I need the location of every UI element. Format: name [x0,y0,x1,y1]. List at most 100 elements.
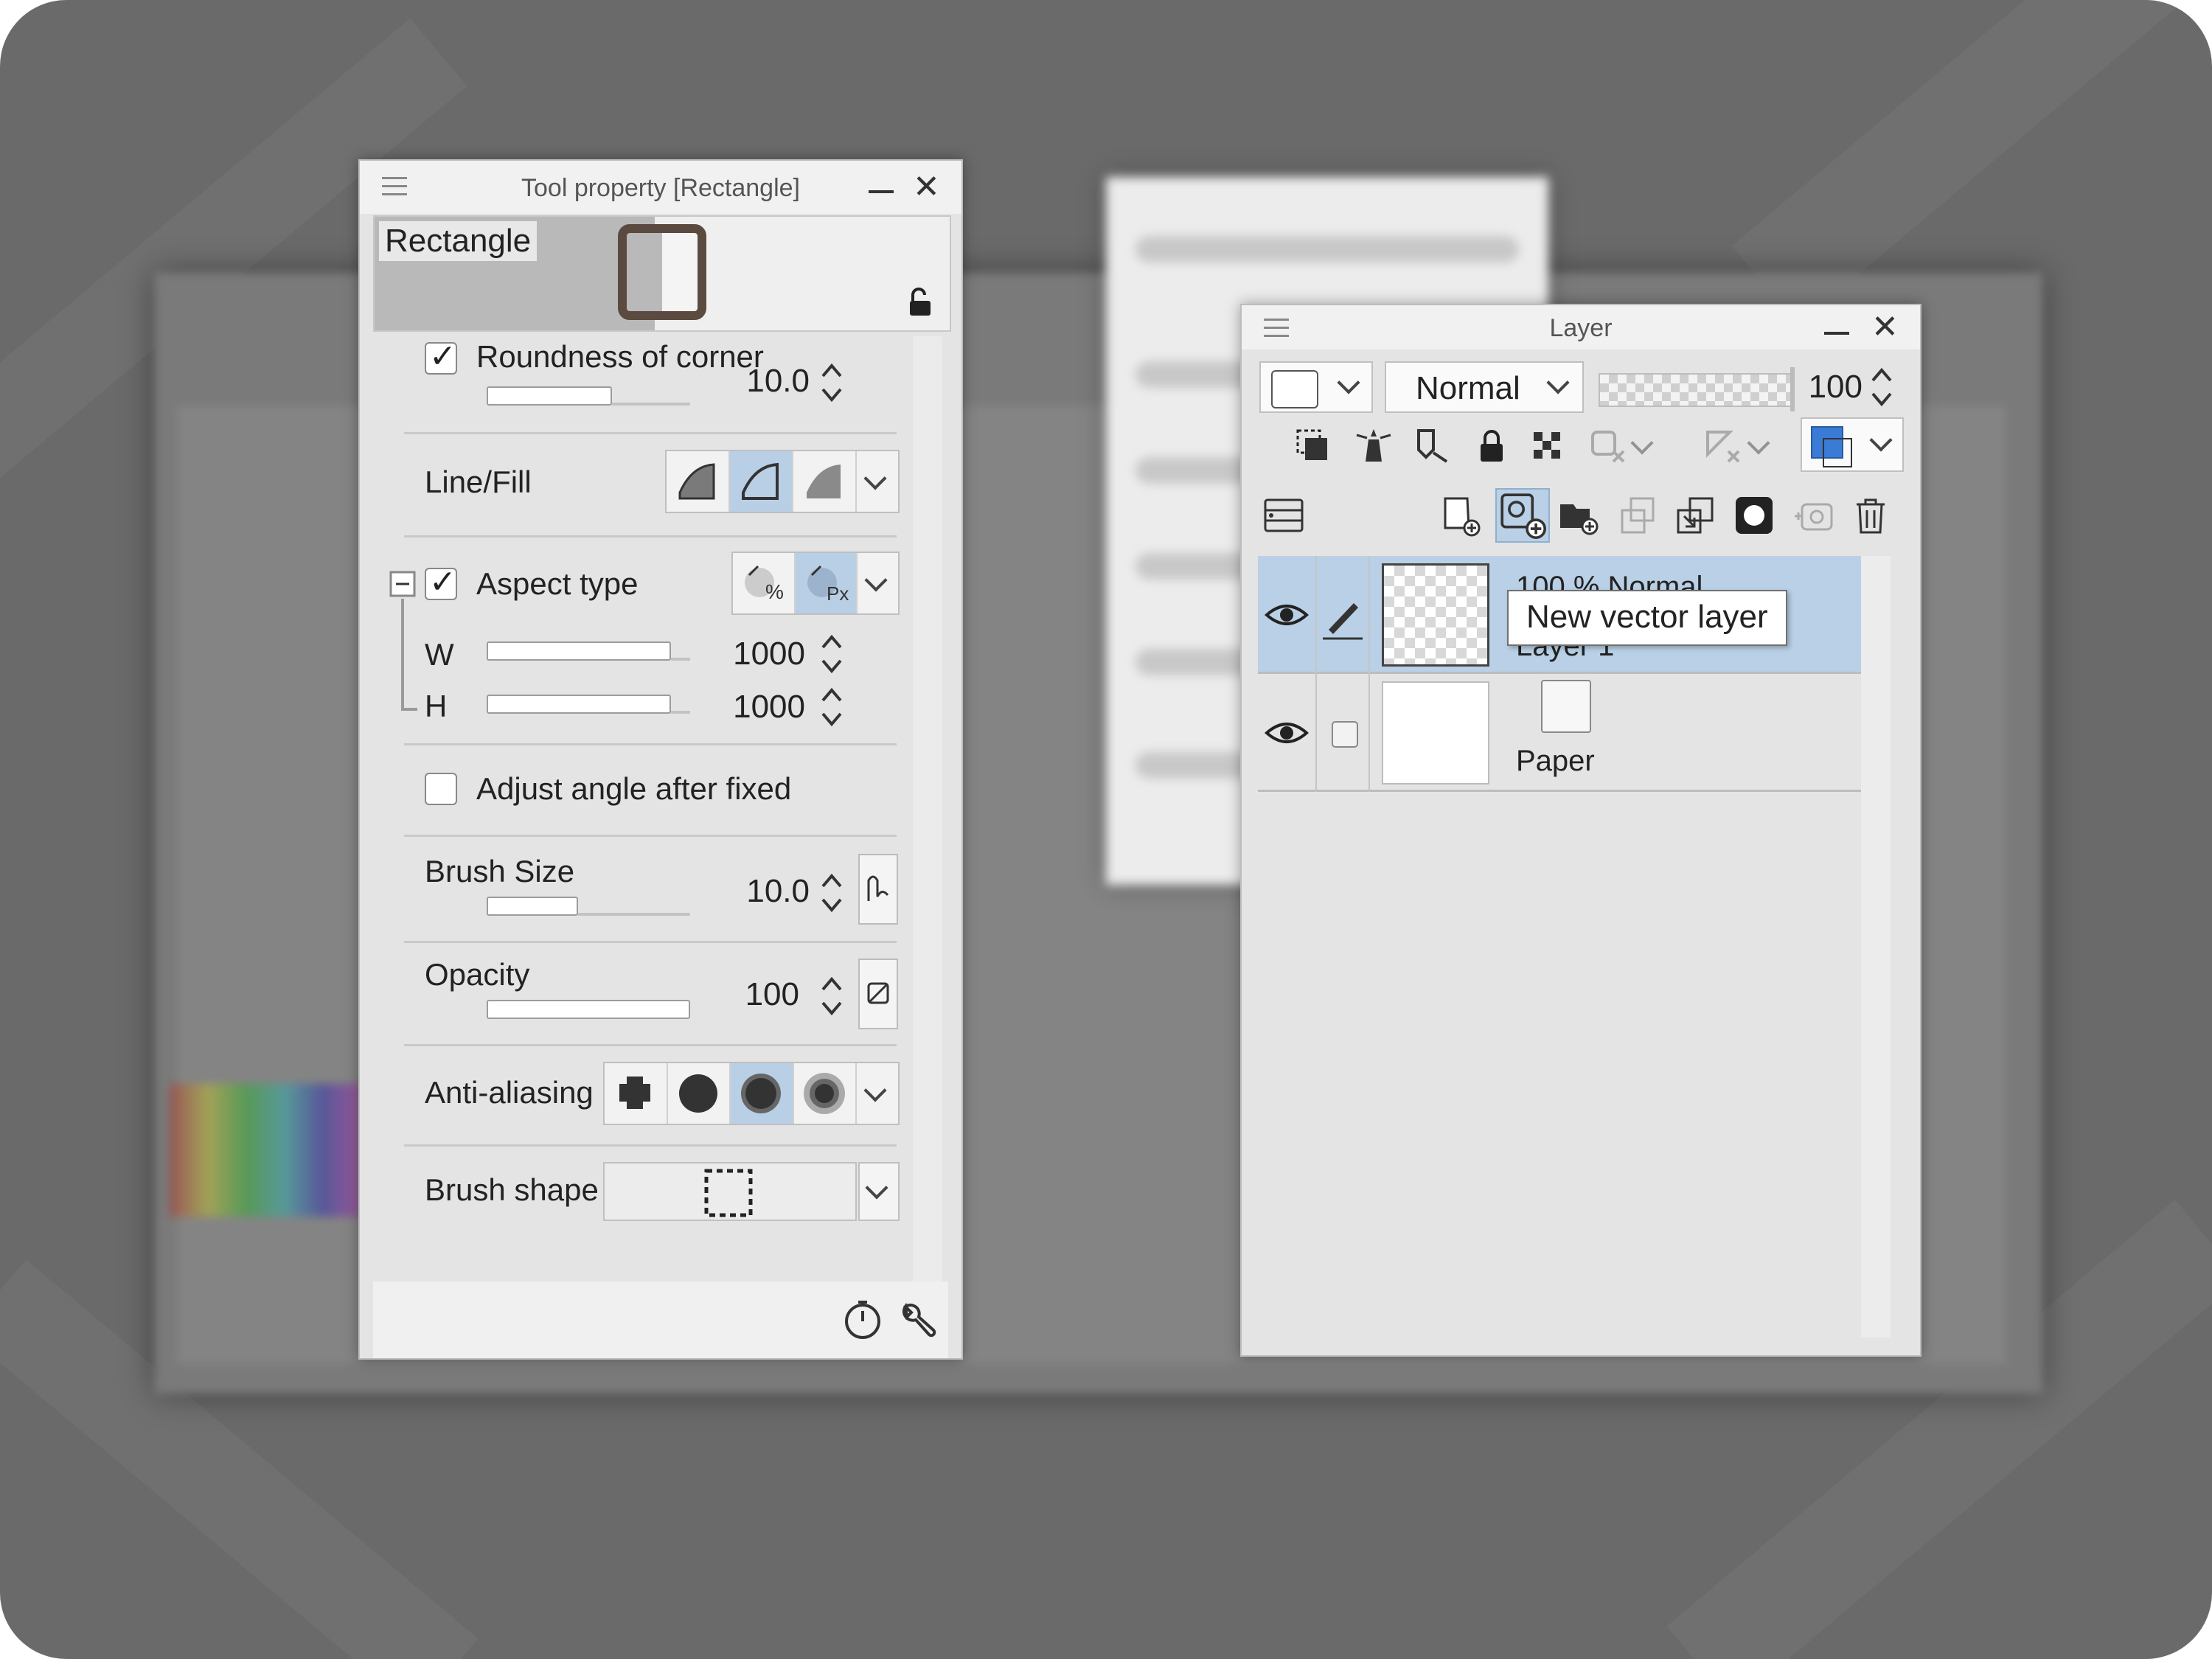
layer-titlebar[interactable]: Layer ✕ [1242,305,1920,349]
brush-size-slider-track[interactable] [578,913,690,916]
new-raster-layer-icon[interactable] [1439,494,1482,537]
svg-text:Px: Px [827,582,849,605]
brush-size-spinner-icon[interactable] [820,869,844,917]
blurred-brush-item [1135,236,1519,262]
clip-to-layer-below-icon[interactable] [1292,425,1335,467]
layer-color-dropdown[interactable] [1801,417,1904,472]
chevron-down-icon[interactable] [858,553,898,613]
brush-size-label: Brush Size [425,854,575,888]
aa-medium-icon[interactable] [731,1063,794,1124]
roundness-slider[interactable] [487,386,612,406]
opacity-settings-button[interactable] [858,959,898,1029]
separator [404,743,897,745]
lock-layer-icon[interactable] [1470,425,1513,467]
brush-shape-label: Brush shape [425,1172,599,1207]
line-icon[interactable] [730,451,793,512]
width-spinner-icon[interactable] [820,630,844,678]
chevron-down-icon[interactable] [1630,431,1654,455]
aa-none-icon[interactable] [605,1063,668,1124]
opacity-value[interactable]: 100 [726,976,799,1013]
trash-icon[interactable] [1849,494,1892,537]
percent-aspect-icon[interactable]: % [733,553,796,613]
roundness-value[interactable]: 10.0 [736,363,810,400]
line-fill-icon[interactable] [667,451,730,512]
brush-size-value[interactable]: 10.0 [736,873,810,910]
apply-mask-icon[interactable] [1792,494,1834,537]
brush-shape-dropdown[interactable] [858,1162,900,1221]
layer-list: 100 % Normal Layer 1 Paper [1258,556,1891,1339]
roundness-spinner-icon[interactable] [820,358,844,407]
square-brush-shape-icon [704,1169,753,1217]
wrench-icon[interactable] [895,1298,939,1342]
create-layer-mask-icon[interactable] [1733,494,1775,537]
layer-opacity-spinner-icon[interactable] [1870,363,1893,411]
collapse-icon[interactable] [389,571,416,597]
visibility-toggle[interactable] [1258,556,1317,674]
blend-mode-value: Normal [1416,370,1520,406]
separator [404,1144,897,1147]
minimize-button[interactable] [869,190,894,193]
unlock-icon[interactable] [907,288,933,317]
separator [404,535,897,538]
anti-aliasing-selector[interactable] [603,1062,900,1125]
pen-pressure-icon [867,875,889,901]
layer-color-selector[interactable] [1259,361,1373,413]
blend-mode-select[interactable]: Normal [1385,361,1584,413]
aa-strong-icon[interactable] [794,1063,858,1124]
transfer-to-lower-layer-icon[interactable] [1616,494,1659,537]
height-spinner-icon[interactable] [820,683,844,731]
draft-layer-icon[interactable] [1411,425,1454,467]
pixel-aspect-icon[interactable]: Px [795,553,858,613]
tool-preview: Rectangle [373,215,951,332]
reset-icon[interactable] [841,1298,885,1342]
layer-opacity-value[interactable]: 100 [1796,369,1863,406]
edit-target-toggle[interactable] [1317,674,1370,792]
aspect-type-selector[interactable]: % Px [731,552,900,615]
close-button[interactable]: ✕ [913,171,940,204]
visibility-toggle[interactable] [1258,674,1317,792]
lock-transparent-pixels-icon[interactable] [1526,425,1569,467]
mask-disabled-icon[interactable] [1587,425,1630,467]
opacity-slider-handle[interactable] [1790,367,1795,411]
opacity-spinner-icon[interactable] [820,972,844,1020]
roundness-checkbox[interactable] [425,338,457,375]
edit-target-toggle[interactable] [1317,556,1370,674]
line-fill-selector[interactable] [665,450,900,513]
height-label: H [425,689,448,723]
aspect-type-checkbox[interactable] [425,563,457,601]
layer-row[interactable]: Paper [1258,674,1861,792]
minimize-button[interactable] [1824,332,1849,335]
layer-list-scrollbar[interactable] [1861,556,1891,1338]
close-button[interactable]: ✕ [1871,311,1899,344]
new-vector-layer-button[interactable] [1495,488,1550,543]
width-label: W [425,637,454,672]
adjust-angle-checkbox[interactable] [425,773,457,805]
combine-to-layer-below-icon[interactable] [1674,494,1717,537]
brush-size-slider[interactable] [487,897,578,916]
width-slider-track[interactable] [671,658,690,661]
pressure-settings-button[interactable] [858,854,898,925]
opacity-slider[interactable] [487,1000,690,1019]
chevron-down-icon[interactable] [857,1063,898,1124]
height-slider[interactable] [487,695,671,714]
width-value[interactable]: 1000 [731,636,805,672]
width-slider[interactable] [487,641,671,661]
chevron-down-icon[interactable] [857,451,898,512]
ruler-disabled-icon[interactable] [1702,425,1745,467]
roundness-slider-track[interactable] [612,403,690,406]
fill-icon[interactable] [793,451,857,512]
new-layer-folder-icon[interactable] [1557,494,1600,537]
height-slider-track[interactable] [671,711,690,714]
height-value[interactable]: 1000 [731,689,805,726]
adjust-angle-label: Adjust angle after fixed [476,771,792,806]
tool-property-scrollbar[interactable] [913,336,942,1295]
chevron-down-icon[interactable] [1747,431,1770,455]
new-vector-layer-icon [1500,493,1546,539]
layer-property-icon[interactable] [1262,494,1305,537]
aa-weak-icon[interactable] [668,1063,731,1124]
layer-opacity-slider[interactable] [1599,373,1793,407]
separator [404,835,897,837]
tool-property-titlebar[interactable]: Tool property [Rectangle] ✕ [360,161,961,214]
reference-layer-icon[interactable] [1352,425,1395,467]
brush-shape-selector[interactable] [603,1162,857,1221]
